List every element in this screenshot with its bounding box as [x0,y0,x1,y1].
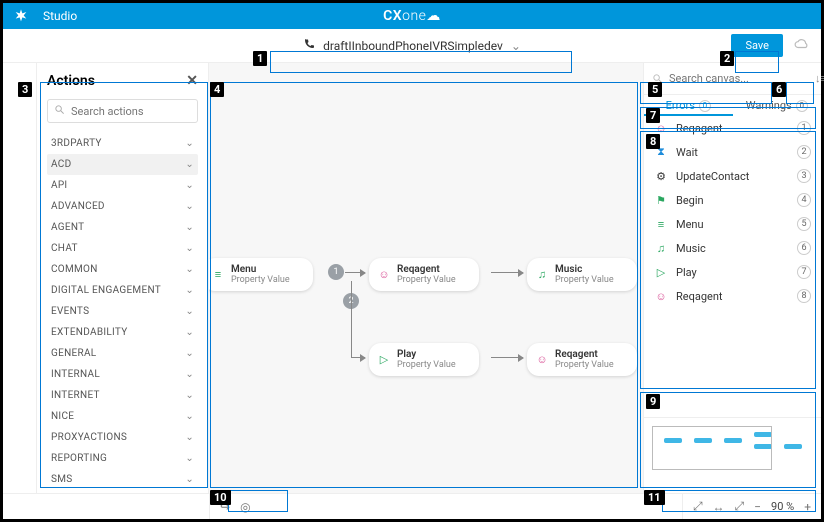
callout-10: 10 [210,490,231,505]
gear-icon: ⚙ [654,170,668,183]
flag-icon: ⚑ [654,194,668,207]
expand-h-icon[interactable]: ↔ [713,500,725,514]
node-play[interactable]: ▷ Play Property Value [369,343,479,376]
script-header: draftIInboundPhoneIVRSimpledev ⌄ Save [3,29,821,63]
minimap[interactable] [644,417,821,493]
person-icon: ☺ [654,122,668,135]
right-panel: ↓≡ Errors 0 Warnings 0 ☺Reqagent1⧗Wait2⚙… [643,63,821,493]
tab-warnings[interactable]: Warnings 0 [733,95,822,116]
list-item[interactable]: ⚑Begin4 [644,188,821,212]
target-icon[interactable]: ◎ [240,500,250,514]
connector [491,272,523,273]
category-internal[interactable]: INTERNAL⌄ [47,364,198,385]
category-sms[interactable]: SMS⌄ [47,469,198,490]
brand-text: CXone☁ [383,8,441,24]
category-events[interactable]: EVENTS⌄ [47,301,198,322]
zoom-out-button[interactable]: − [754,500,761,514]
actions-search-input[interactable] [71,105,191,118]
category-advanced[interactable]: ADVANCED⌄ [47,196,198,217]
category-internet[interactable]: INTERNET⌄ [47,385,198,406]
canvas[interactable]: ≡ Menu Property Value ☺ Reqagent Propert… [209,63,643,493]
connector [351,357,365,358]
category-common[interactable]: COMMON⌄ [47,259,198,280]
category-chat[interactable]: CHAT⌄ [47,238,198,259]
connector [345,272,365,273]
node-music[interactable]: ♫ Music Property Value [527,258,637,291]
category-digital-engagement[interactable]: DIGITAL ENGAGEMENT⌄ [47,280,198,301]
list-item[interactable]: ▷Play7 [644,260,821,284]
save-button[interactable]: Save [731,34,783,57]
connector [491,357,523,358]
category-general[interactable]: GENERAL⌄ [47,343,198,364]
script-name: draftIInboundPhoneIVRSimpledev [323,39,503,53]
category-extendability[interactable]: EXTENDABILITY⌄ [47,322,198,343]
category-acd[interactable]: ACD⌄ [47,154,198,175]
list-item[interactable]: ⧗Wait2 [644,140,821,164]
callout-5: 5 [648,82,662,97]
callout-7: 7 [646,108,660,123]
person-icon: ☺ [535,352,549,366]
node-reqagent[interactable]: ☺ Reqagent Property Value [369,258,479,291]
zoom-level: 90 % [771,500,794,513]
sort-icon[interactable]: ↓≡ [815,72,824,85]
callout-8: 8 [646,134,660,149]
callout-6: 6 [772,82,786,97]
actions-title: Actions [47,73,95,89]
list-icon: ≡ [654,218,668,231]
canvas-item-list: ☺Reqagent1⧗Wait2⚙UpdateContact3⚑Begin4≡M… [644,116,821,417]
person-icon: ☺ [377,267,391,281]
script-selector[interactable]: draftIInboundPhoneIVRSimpledev ⌄ [293,34,531,57]
play-icon: ▷ [654,266,668,279]
cloud-sync-icon[interactable] [793,36,809,55]
list-icon: ≡ [211,267,225,281]
phone-icon [303,38,315,53]
list-item[interactable]: ♫Music6 [644,236,821,260]
footer: ↪ ◎ ⤢ ↔ ⤢ − 90 % + [3,493,821,519]
category-reporting[interactable]: REPORTING⌄ [47,448,198,469]
fit-icon[interactable]: ⤢ [735,499,745,514]
actions-panel: Actions ✕ 3RDPARTY⌄ACD⌄API⌄ADVANCED⌄AGEN… [37,63,209,493]
brand-logo-icon [9,4,33,28]
close-icon[interactable]: ✕ [186,73,198,89]
note-icon: ♫ [654,242,668,255]
app-topbar: Studio CXone☁ [3,3,821,29]
category-agent[interactable]: AGENT⌄ [47,217,198,238]
category-api[interactable]: API⌄ [47,175,198,196]
canvas-search-input[interactable] [669,72,809,85]
center-icon[interactable]: ⤢ [693,499,703,514]
person-icon: ☺ [654,290,668,303]
category-proxyactions[interactable]: PROXYACTIONS⌄ [47,427,198,448]
callout-11: 11 [644,490,665,505]
note-icon: ♫ [535,267,549,281]
chevron-down-icon: ⌄ [511,39,521,53]
zoom-in-button[interactable]: + [804,500,811,514]
left-rail [3,63,37,493]
callout-4: 4 [210,82,224,97]
actions-search[interactable] [47,99,198,123]
list-item[interactable]: ≡Menu5 [644,212,821,236]
list-item[interactable]: ☺Reqagent8 [644,284,821,308]
validation-tabs: Errors 0 Warnings 0 [644,95,821,116]
connector [351,281,352,357]
callout-9: 9 [646,394,660,409]
connector-badge-1: 1 [328,264,344,280]
list-item[interactable]: ⚙UpdateContact3 [644,164,821,188]
play-icon: ▷ [377,352,391,366]
node-menu[interactable]: ≡ Menu Property Value [209,258,313,291]
search-icon [54,104,65,118]
callout-3: 3 [18,82,32,97]
callout-2: 2 [720,51,734,66]
category-list: 3RDPARTY⌄ACD⌄API⌄ADVANCED⌄AGENT⌄CHAT⌄COM… [47,133,198,493]
category-3rdparty[interactable]: 3RDPARTY⌄ [47,133,198,154]
category-nice[interactable]: NICE⌄ [47,406,198,427]
callout-1: 1 [253,51,267,66]
app-name: Studio [43,9,77,23]
list-item[interactable]: ☺Reqagent1 [644,116,821,140]
node-reqagent-2[interactable]: ☺ Reqagent Property Value [527,343,637,376]
